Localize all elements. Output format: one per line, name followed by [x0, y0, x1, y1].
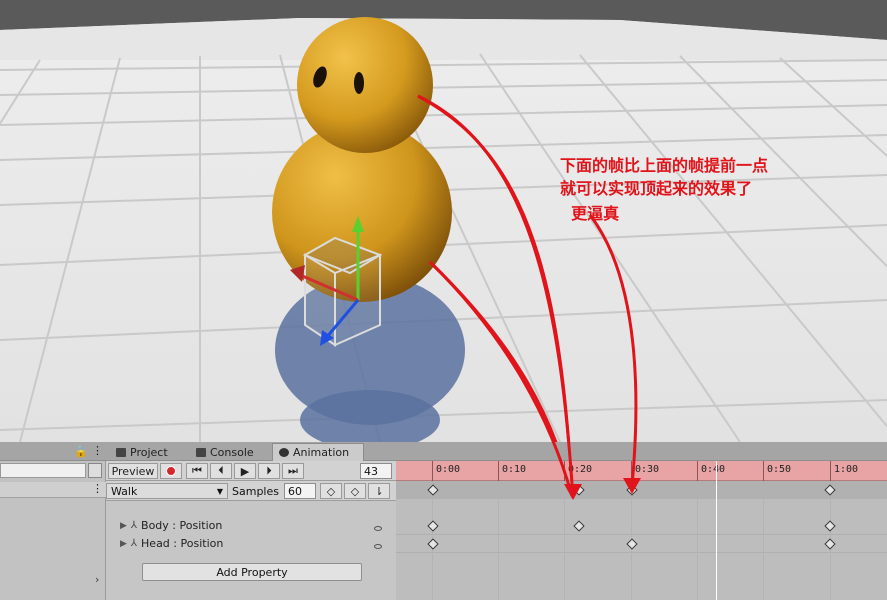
- property-toggle-icon[interactable]: [374, 544, 382, 549]
- grid-line: [763, 499, 764, 600]
- next-key-button[interactable]: ⏵: [258, 463, 280, 479]
- editor-panel: 🔒 ⋮ ⋮ › Project Console Animation Previe…: [0, 442, 887, 600]
- annotation-line-1: 下面的帧比上面的帧提前一点: [560, 156, 769, 175]
- property-toggle-icon[interactable]: [374, 526, 382, 531]
- property-row-body[interactable]: ▶ ⅄ Body : Position: [120, 519, 222, 532]
- property-row-head[interactable]: ▶ ⅄ Head : Position: [120, 537, 223, 550]
- scene-view[interactable]: 下面的帧比上面的帧提前一点 就可以实现顶起来的效果了 更逼真: [0, 0, 887, 442]
- add-property-button[interactable]: Add Property: [142, 563, 362, 581]
- folder-icon: [116, 447, 126, 457]
- play-icon: ▶: [240, 464, 250, 478]
- first-key-button[interactable]: ⏮: [186, 463, 208, 479]
- ruler-tick: 0:10: [502, 464, 527, 475]
- frame-field[interactable]: 43: [360, 463, 392, 479]
- hierarchy-panel: 🔒 ⋮ ⋮ ›: [0, 442, 106, 600]
- tab-label: Project: [130, 445, 168, 459]
- add-keyframe-button[interactable]: ◇: [320, 483, 342, 499]
- ruler-tick-line: [763, 461, 764, 481]
- preview-button[interactable]: Preview: [108, 463, 158, 479]
- more-menu-icon[interactable]: ⋮: [92, 482, 103, 495]
- grid-line: [564, 499, 565, 600]
- keyframe-add-icon: ◇: [326, 484, 336, 498]
- ruler-tick-line: [631, 461, 632, 481]
- clip-row: Walk ▼ Samples 60 ◇ ◇ ⇂: [106, 481, 396, 501]
- last-key-button[interactable]: ⏭: [282, 463, 304, 479]
- console-icon: [196, 447, 206, 457]
- clock-icon: [279, 448, 289, 457]
- ruler-tick: 1:00: [834, 464, 859, 475]
- record-button[interactable]: [160, 463, 182, 479]
- hierarchy-header: 🔒 ⋮: [0, 442, 106, 461]
- keyframe-row-head[interactable]: [396, 535, 887, 553]
- grid-line: [498, 499, 499, 600]
- expand-arrow-icon[interactable]: ▶: [120, 539, 127, 549]
- annotation-line-3: 更逼真: [560, 204, 620, 223]
- property-list: ▶ ⅄ Body : Position ▶ ⅄ Head : Position …: [106, 501, 396, 600]
- clip-dropdown[interactable]: Walk ▼: [106, 483, 228, 499]
- time-ruler[interactable]: 0:00 0:10 0:20 0:30 0:40 0:50 1:00: [396, 461, 887, 481]
- add-event-keyframe-button[interactable]: ◇: [344, 483, 366, 499]
- step-forward-icon: ⏵: [266, 464, 272, 477]
- record-icon: [166, 466, 176, 476]
- tab-bar: Project Console Animation: [106, 442, 887, 461]
- ruler-tick-line: [830, 461, 831, 481]
- animation-toolbar: Preview ⏮ ⏴ ▶ ⏵ ⏭ 43: [106, 461, 396, 481]
- search-input[interactable]: [0, 463, 86, 478]
- chevron-right-icon[interactable]: ›: [95, 573, 99, 586]
- transform-icon: ⅄: [130, 520, 138, 531]
- tab-project[interactable]: Project: [110, 443, 174, 461]
- expand-arrow-icon[interactable]: ▶: [120, 521, 127, 531]
- summary-row[interactable]: [396, 481, 887, 499]
- ruler-tick: 0:00: [436, 464, 461, 475]
- playhead[interactable]: [716, 461, 717, 600]
- ruler-tick: 0:40: [701, 464, 726, 475]
- property-label: Body : Position: [141, 519, 223, 532]
- grid-line: [697, 499, 698, 600]
- dopesheet-timeline[interactable]: 0:00 0:10 0:20 0:30 0:40 0:50 1:00: [396, 461, 887, 600]
- chevron-down-icon: ▼: [216, 486, 223, 496]
- samples-label: Samples: [232, 485, 279, 498]
- skip-end-icon: ⏭: [288, 464, 298, 477]
- ruler-tick-line: [697, 461, 698, 481]
- ruler-tick: 0:20: [568, 464, 593, 475]
- scene-render: [0, 0, 887, 442]
- transform-icon: ⅄: [130, 538, 138, 549]
- ruler-tick-line: [432, 461, 433, 481]
- tab-label: Console: [210, 445, 254, 459]
- ruler-tick-line: [498, 461, 499, 481]
- lock-icon[interactable]: 🔒: [74, 445, 88, 458]
- clip-name: Walk: [111, 484, 138, 498]
- tab-animation[interactable]: Animation: [272, 443, 364, 461]
- keyframe-row-body[interactable]: [396, 517, 887, 535]
- tab-label: Animation: [293, 446, 350, 459]
- play-button[interactable]: ▶: [234, 463, 256, 479]
- samples-field[interactable]: 60: [284, 483, 316, 499]
- prev-key-button[interactable]: ⏴: [210, 463, 232, 479]
- tab-console[interactable]: Console: [190, 443, 260, 461]
- search-filter-icon[interactable]: [88, 463, 102, 478]
- ruler-tick-line: [564, 461, 565, 481]
- add-event-button[interactable]: ⇂: [368, 483, 390, 499]
- ruler-tick: 0:50: [767, 464, 792, 475]
- event-icon: ⇂: [374, 484, 384, 498]
- diamond-plus-icon: ◇: [350, 484, 360, 498]
- hierarchy-row: ⋮: [0, 482, 106, 498]
- annotation-line-2: 就可以实现顶起来的效果了: [560, 179, 753, 198]
- step-back-icon: ⏴: [218, 464, 224, 477]
- property-label: Head : Position: [141, 537, 224, 550]
- skip-start-icon: ⏮: [192, 464, 202, 477]
- more-menu-icon[interactable]: ⋮: [92, 444, 103, 457]
- ruler-tick: 0:30: [635, 464, 660, 475]
